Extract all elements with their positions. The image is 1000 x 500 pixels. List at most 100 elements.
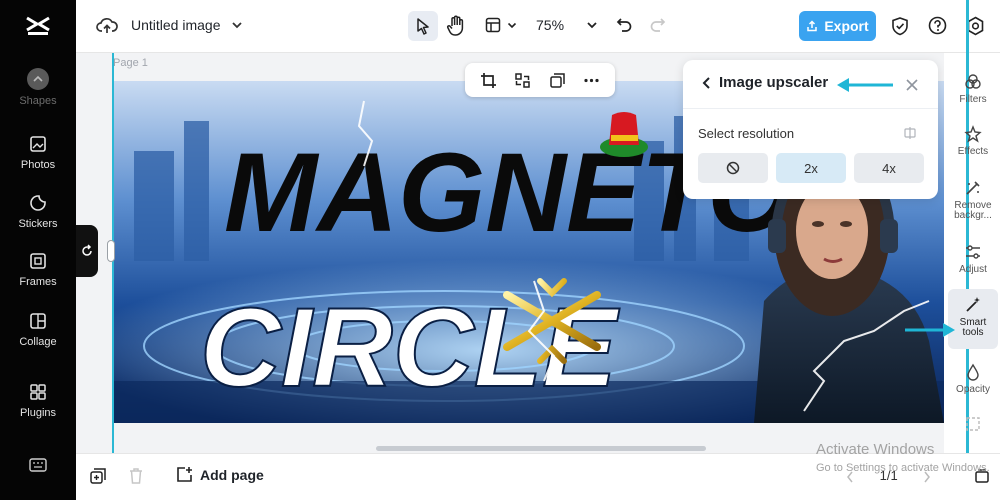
document-title: Untitled image [131,17,221,33]
photos-icon [28,134,48,154]
export-label: Export [824,18,869,34]
sidebar-item-photos[interactable]: Photos [0,134,76,171]
sidebar-item-frames[interactable]: Frames [0,251,76,288]
redo-icon [650,18,666,32]
chevron-down-icon [507,22,517,28]
cloud-upload-icon[interactable] [96,16,118,36]
add-page-icon [177,467,192,482]
select-tool-button[interactable] [408,11,438,41]
rail-item-remove-background[interactable]: Remove backgr... [948,179,998,221]
add-page-button[interactable]: Add page [176,466,264,483]
trash-icon [130,468,142,484]
left-sidebar: Shapes Photos Stickers Frames Collage Pl… [0,0,76,500]
resolution-option-4x[interactable]: 4x [854,153,924,183]
remove-background-icon [964,179,982,197]
rotate-icon [82,244,92,256]
cursor-icon [417,18,429,35]
image-upscaler-panel: Image upscaler Select resolution 2x 4x [683,60,938,199]
rail-item-label: Remove backgr... [954,200,992,221]
layout-icon [485,17,501,33]
capcut-logo-icon[interactable] [24,12,52,40]
chevron-down-icon [231,22,242,29]
sidebar-item-label: Photos [20,159,56,171]
magic-wand-icon [964,296,982,314]
sidebar-item-label: Plugins [19,407,57,419]
rail-item-opacity[interactable]: Opacity [948,363,998,395]
rail-item-smart-tools[interactable]: Smart tools [948,289,998,349]
sidebar-item-label: Collage [19,336,57,348]
frames-icon [28,251,48,271]
sidebar-item-label: Stickers [18,218,58,230]
divider [683,108,938,109]
sidebar-item-plugins[interactable]: Plugins [0,382,76,419]
flip-icon [515,72,530,88]
sidebar-item-label: Shapes [19,95,57,107]
delete-page-button[interactable] [128,467,144,485]
back-chevron-icon[interactable] [701,76,711,90]
keyboard-shortcuts-icon[interactable] [28,456,48,474]
add-page-label: Add page [200,466,264,483]
rail-item-label: Smart tools [959,317,987,338]
stickers-icon [28,193,48,213]
arrange-button[interactable] [549,72,566,89]
crop-icon [480,72,496,88]
sidebar-item-shapes[interactable]: Shapes [0,68,76,107]
page-label: Page 1 [113,57,148,69]
top-bar: Untitled image 75% Export [76,0,1000,53]
opacity-icon [964,363,982,381]
undo-icon [616,18,632,32]
rail-item-adjust[interactable]: Adjust [948,243,998,275]
more-options-button[interactable] [583,72,600,89]
plugins-icon [28,382,48,402]
sidebar-item-stickers[interactable]: Stickers [0,193,76,230]
zoom-dropdown[interactable]: 75% [536,17,598,33]
watermark-line1: Activate Windows [816,441,935,458]
frame-select-icon [964,415,982,433]
annotation-arrow-smart-tools [905,323,955,337]
zoom-level: 75% [536,17,565,33]
rotate-handle[interactable] [76,225,98,277]
export-button[interactable]: Export [799,11,876,41]
select-resolution-label: Select resolution [698,126,795,141]
layout-dropdown[interactable] [485,17,517,33]
help-button[interactable] [928,16,947,35]
sidebar-item-label: Frames [19,276,57,288]
upscaler-title: Image upscaler [719,74,829,91]
shapes-icon [27,68,49,90]
sidebar-item-collage[interactable]: Collage [0,311,76,348]
rail-item-effects[interactable]: Effects [948,125,998,157]
close-icon[interactable] [905,78,919,92]
upload-icon [807,20,818,32]
image-context-toolbar [465,63,615,97]
duplicate-icon [90,468,106,484]
right-tool-rail: Filters Effects Remove backgr... Adjust … [944,0,1000,460]
crop-button[interactable] [480,72,497,89]
hand-tool-button[interactable] [446,15,466,37]
collage-icon [28,311,48,331]
redo-button[interactable] [650,17,666,33]
rail-item-label: Filters [959,94,987,105]
resolution-option-2x[interactable]: 2x [776,153,846,183]
duplicate-page-button[interactable] [89,467,107,485]
shield-button[interactable] [891,16,909,36]
rail-item-filters[interactable]: Filters [948,73,998,105]
resolution-option-none[interactable] [698,153,768,183]
adjust-icon [964,243,982,261]
rail-item-label: Adjust [959,264,987,275]
shield-icon [892,17,908,36]
annotation-arrow-title [837,78,893,92]
rail-item-label: Opacity [956,384,990,395]
arrange-icon [550,72,565,88]
chevron-down-icon [587,22,597,29]
hand-icon [447,15,464,36]
horizontal-scrollbar[interactable] [376,446,706,451]
upscaler-header: Image upscaler [701,74,828,91]
flip-button[interactable] [514,72,531,89]
filters-icon [964,73,982,91]
resize-handle-left[interactable] [107,240,115,262]
undo-button[interactable] [616,17,632,33]
rail-item-more[interactable] [948,415,998,437]
compare-icon[interactable] [903,126,917,140]
document-title-dropdown[interactable]: Untitled image [131,17,243,33]
windows-activation-watermark: Activate Windows Go to Settings to activ… [816,441,990,477]
